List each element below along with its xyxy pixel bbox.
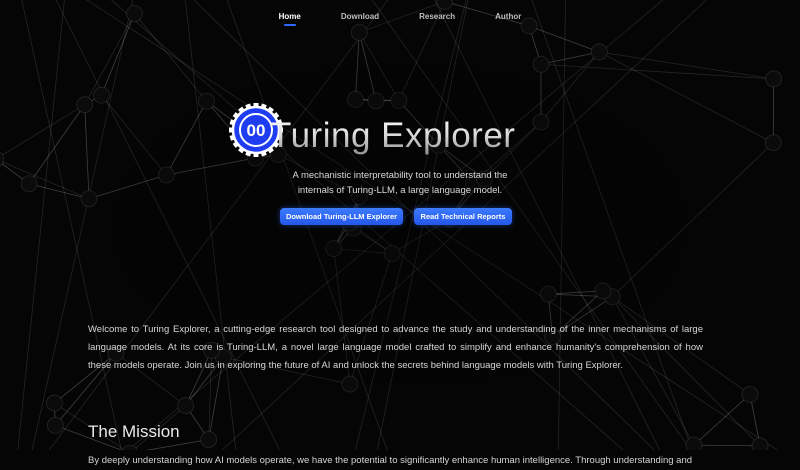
nav-item-author[interactable]: Author (495, 0, 521, 30)
top-navigation: Home Download Research Author (0, 0, 800, 30)
network-background (0, 0, 800, 450)
hero-subtitle-line-2: internals of Turing-LLM, a large languag… (250, 183, 550, 198)
nav-item-home[interactable]: Home (279, 0, 301, 30)
download-explorer-button[interactable]: Download Turing-LLM Explorer (280, 208, 403, 225)
read-reports-button[interactable]: Read Technical Reports (414, 208, 512, 225)
hero-subtitle: A mechanistic interpretability tool to u… (250, 168, 550, 198)
mission-heading: The Mission (88, 422, 180, 442)
mission-paragraph: By deeply understanding how AI models op… (88, 452, 703, 470)
page-title: Turing Explorer (270, 116, 515, 156)
nav-item-research[interactable]: Research (419, 0, 455, 30)
hero-subtitle-line-1: A mechanistic interpretability tool to u… (250, 168, 550, 183)
intro-paragraph: Welcome to Turing Explorer, a cutting-ed… (88, 321, 703, 375)
nav-item-download[interactable]: Download (341, 0, 379, 30)
logo-text: 00 (247, 121, 266, 140)
